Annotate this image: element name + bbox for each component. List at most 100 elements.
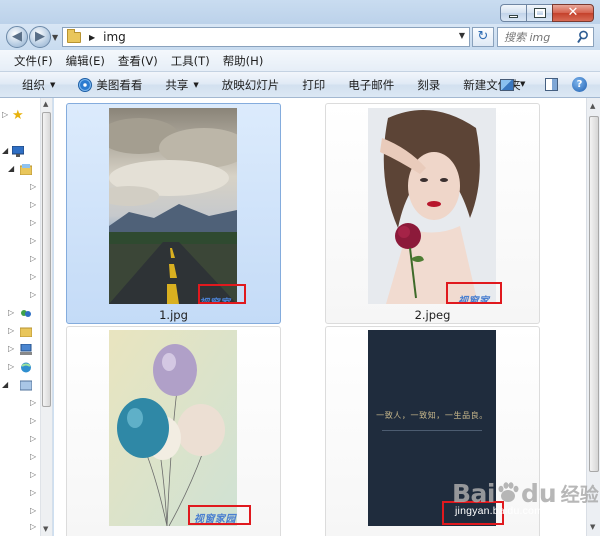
- poster-divider: [382, 430, 482, 431]
- scroll-down-icon[interactable]: ▼: [43, 525, 48, 533]
- change-view-icon[interactable]: [500, 79, 514, 91]
- expand-icon[interactable]: ▷: [30, 506, 36, 515]
- navigation-scrollbar[interactable]: ▲ ▼: [40, 98, 52, 536]
- expand-icon[interactable]: ▷: [30, 236, 36, 245]
- expand-icon[interactable]: ▷: [30, 488, 36, 497]
- burn-label: 刻录: [417, 77, 441, 92]
- file-tile[interactable]: 视窗家园 1.jpg: [66, 103, 281, 324]
- email-button[interactable]: 电子邮件: [348, 77, 394, 93]
- tree-item[interactable]: ▷: [0, 270, 40, 286]
- expand-icon[interactable]: ▷: [30, 254, 36, 263]
- expand-icon[interactable]: ▷: [30, 218, 36, 227]
- tree-item[interactable]: ▷: [0, 450, 40, 466]
- expand-icon[interactable]: ▷: [30, 470, 36, 479]
- search-box[interactable]: [497, 27, 594, 47]
- file-tile[interactable]: 视窗家园: [66, 326, 281, 536]
- tree-item[interactable]: ▷: [0, 504, 40, 520]
- tree-item[interactable]: ▷: [0, 216, 40, 232]
- tree-item[interactable]: ▷: [0, 486, 40, 502]
- close-button[interactable]: ✕: [552, 4, 594, 22]
- image-thumbnail: 视窗家园: [109, 330, 237, 526]
- expand-icon[interactable]: ▷: [8, 308, 14, 317]
- expand-icon[interactable]: ▷: [30, 272, 36, 281]
- expand-icon[interactable]: ▷: [30, 522, 36, 531]
- address-dropdown-icon[interactable]: ▼: [459, 31, 465, 40]
- scroll-up-icon[interactable]: ▲: [590, 102, 595, 110]
- menu-tools[interactable]: 工具(T): [171, 53, 210, 69]
- tree-homegroup[interactable]: ▷: [0, 306, 40, 322]
- breadcrumb-img[interactable]: img: [103, 30, 126, 44]
- share-button[interactable]: 共享 ▼: [165, 77, 198, 93]
- print-button[interactable]: 打印: [302, 77, 325, 93]
- tree-item[interactable]: ▷: [0, 180, 40, 196]
- tree-favorites[interactable]: ▷ ★: [0, 108, 40, 124]
- meitu-button[interactable]: 美图看看: [78, 77, 142, 93]
- tree-item[interactable]: ▷: [0, 520, 40, 536]
- file-name[interactable]: 2.jpeg: [326, 308, 539, 322]
- tree-item[interactable]: ▷: [0, 288, 40, 304]
- search-icon[interactable]: [577, 30, 589, 44]
- forward-button[interactable]: ▶: [29, 26, 51, 48]
- view-options-dropdown[interactable]: ▼: [520, 80, 525, 88]
- chevron-down-icon: ▼: [193, 80, 199, 89]
- tree-user[interactable]: ▷: [0, 324, 40, 340]
- desktop-icon: [12, 146, 24, 157]
- image-thumbnail: 视窗家园: [368, 108, 496, 304]
- baidu-jingyan-logo: Bai du 经验: [452, 478, 599, 508]
- tree-desktop[interactable]: ◢: [0, 144, 40, 160]
- refresh-button[interactable]: ↻: [472, 27, 494, 47]
- collapse-icon[interactable]: ◢: [2, 380, 8, 389]
- expand-icon[interactable]: ▷: [8, 344, 14, 353]
- maximize-button[interactable]: [526, 4, 552, 22]
- expand-icon[interactable]: ▷: [30, 398, 36, 407]
- scroll-down-icon[interactable]: ▼: [590, 523, 595, 531]
- tree-item[interactable]: ▷: [0, 198, 40, 214]
- tree-item[interactable]: ▷: [0, 414, 40, 430]
- expand-icon[interactable]: ▷: [30, 182, 36, 191]
- recent-pages-dropdown[interactable]: ▼: [52, 33, 58, 42]
- address-bar[interactable]: ▶ img ▼: [62, 27, 470, 47]
- help-icon[interactable]: ?: [572, 77, 587, 92]
- menu-file[interactable]: 文件(F): [14, 53, 53, 69]
- tree-local-disk[interactable]: ◢: [0, 378, 40, 394]
- preview-pane-icon[interactable]: [545, 78, 558, 91]
- tree-item[interactable]: ▷: [0, 468, 40, 484]
- expand-icon[interactable]: ▷: [8, 326, 14, 335]
- breadcrumb-chevron-icon[interactable]: ▶: [89, 33, 95, 42]
- collapse-icon[interactable]: ◢: [8, 164, 14, 173]
- expand-icon[interactable]: ▷: [30, 434, 36, 443]
- back-button[interactable]: ◀: [6, 26, 28, 48]
- menu-edit[interactable]: 编辑(E): [66, 53, 105, 69]
- logo-jingyan-text: 经验: [560, 483, 599, 506]
- file-tile[interactable]: 视窗家园 2.jpeg: [325, 103, 540, 324]
- scroll-thumb[interactable]: [589, 116, 599, 472]
- highlight-box: [188, 505, 251, 525]
- tree-libraries[interactable]: ◢: [0, 162, 40, 178]
- burn-button[interactable]: 刻录: [417, 77, 440, 93]
- menu-view[interactable]: 查看(V): [118, 53, 158, 69]
- menu-help[interactable]: 帮助(H): [223, 53, 264, 69]
- expand-icon[interactable]: ▷: [8, 362, 14, 371]
- collapse-icon[interactable]: ◢: [2, 146, 8, 155]
- tree-item[interactable]: ▷: [0, 252, 40, 268]
- tree-item[interactable]: ▷: [0, 432, 40, 448]
- content-scrollbar[interactable]: ▲ ▼: [586, 98, 600, 536]
- tree-item[interactable]: ▷: [0, 396, 40, 412]
- scroll-thumb[interactable]: [42, 112, 51, 407]
- expand-icon[interactable]: ▷: [30, 200, 36, 209]
- minimize-button[interactable]: [500, 4, 526, 22]
- scroll-up-icon[interactable]: ▲: [43, 100, 48, 108]
- organize-button[interactable]: 组织 ▼: [22, 77, 55, 93]
- logo-bai-text: Bai: [452, 478, 496, 508]
- expand-icon[interactable]: ▷: [30, 452, 36, 461]
- slideshow-button[interactable]: 放映幻灯片: [222, 77, 280, 93]
- expand-icon[interactable]: ▷: [30, 416, 36, 425]
- search-input[interactable]: [504, 30, 576, 44]
- tree-item[interactable]: ▷: [0, 234, 40, 250]
- expand-icon[interactable]: ▷: [30, 290, 36, 299]
- file-name[interactable]: 1.jpg: [67, 308, 280, 322]
- expand-icon[interactable]: ▷: [2, 110, 8, 119]
- watermark-url: jingyan.baidu.com: [455, 505, 544, 517]
- tree-computer[interactable]: ▷: [0, 342, 40, 358]
- tree-network[interactable]: ▷: [0, 360, 40, 376]
